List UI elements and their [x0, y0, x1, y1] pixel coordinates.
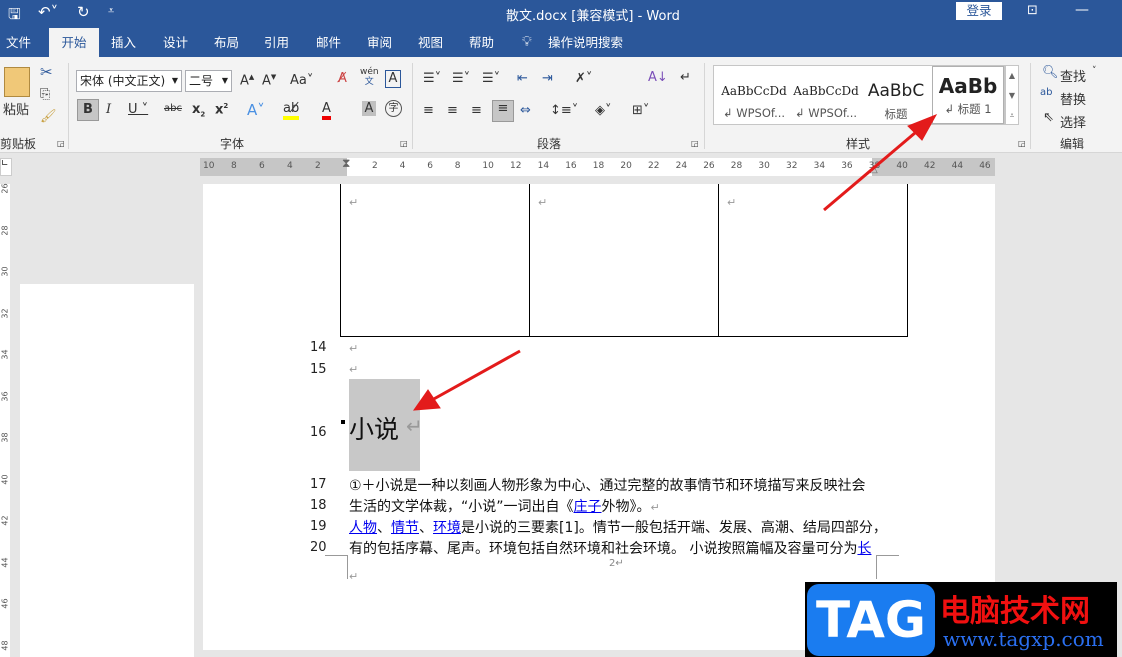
watermark-tag: TAG	[807, 584, 935, 656]
red-arrow-to-heading	[412, 349, 521, 411]
annotation-arrows	[412, 114, 938, 411]
watermark-cn: 电脑技术网	[940, 594, 1090, 629]
red-arrow-to-heading1-style	[823, 114, 938, 212]
watermark-url: www.tagxp.com	[943, 627, 1104, 651]
watermark-logo: TAG 电脑技术网 www.tagxp.com	[805, 582, 1117, 657]
